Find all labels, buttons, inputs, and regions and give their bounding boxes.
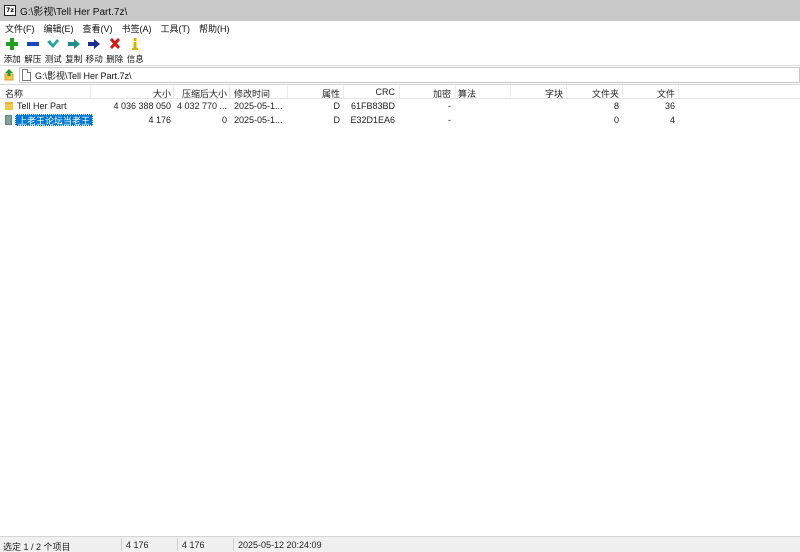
column-separator[interactable] bbox=[678, 85, 679, 98]
column-crc[interactable]: CRC bbox=[345, 87, 396, 97]
status-selection: 选定 1 / 2 个项目 bbox=[3, 542, 71, 552]
menu-tools[interactable]: 工具(T) bbox=[161, 22, 191, 35]
row-encrypted: - bbox=[448, 101, 451, 111]
move-arrow-icon bbox=[87, 37, 101, 51]
app-icon: 7z bbox=[4, 5, 16, 16]
menu-help[interactable]: 帮助(H) bbox=[199, 22, 230, 35]
column-separator[interactable] bbox=[287, 85, 288, 98]
delete-x-icon bbox=[108, 37, 122, 51]
delete-button[interactable]: 删除 bbox=[105, 35, 126, 65]
row-packed-size: 4 032 770 ... bbox=[176, 101, 227, 111]
column-separator[interactable] bbox=[510, 85, 511, 98]
move-button[interactable]: 移动 bbox=[84, 35, 105, 65]
menu-edit[interactable]: 编辑(E) bbox=[44, 22, 74, 35]
address-bar: G:\影视\Tell Her Part.7z\ bbox=[0, 65, 800, 85]
column-separator[interactable] bbox=[566, 85, 567, 98]
status-size: 4 176 bbox=[126, 540, 149, 550]
row-name: 上老王论坛当老王 bbox=[15, 114, 94, 126]
row-folders: 8 bbox=[613, 101, 619, 111]
title-bar: 7z G:\影视\Tell Her Part.7z\ bbox=[0, 0, 800, 21]
status-packed-size: 4 176 bbox=[182, 540, 205, 550]
column-separator[interactable] bbox=[173, 85, 174, 98]
row-files: 4 bbox=[669, 115, 675, 125]
row-modified: 2025-05-1... bbox=[234, 101, 283, 111]
file-list[interactable]: 名称 大小 压缩后大小 修改时间 属性 CRC 加密 算法 字块 文件夹 文件 … bbox=[0, 85, 800, 536]
plus-icon bbox=[5, 37, 19, 51]
check-icon bbox=[46, 37, 60, 51]
list-header: 名称 大小 压缩后大小 修改时间 属性 CRC 加密 算法 字块 文件夹 文件 bbox=[0, 85, 800, 99]
row-files: 36 bbox=[664, 101, 675, 111]
copy-arrow-icon bbox=[67, 37, 81, 51]
document-icon bbox=[22, 69, 31, 81]
column-separator[interactable] bbox=[90, 85, 91, 98]
extract-button[interactable]: 解压 bbox=[23, 35, 44, 65]
row-size: 4 176 bbox=[148, 115, 171, 125]
path-field[interactable]: G:\影视\Tell Her Part.7z\ bbox=[19, 67, 800, 83]
up-folder-button[interactable] bbox=[3, 68, 15, 82]
list-row-file-selected[interactable]: 上老王论坛当老王 4 176 0 2025-05-1... D E32D1EA6… bbox=[0, 113, 800, 127]
row-name: Tell Her Part bbox=[17, 101, 67, 111]
list-row-folder[interactable]: Tell Her Part 4 036 388 050 4 032 770 ..… bbox=[0, 99, 800, 113]
delete-label: 删除 bbox=[106, 54, 124, 64]
column-separator[interactable] bbox=[455, 85, 456, 98]
row-packed-size: 0 bbox=[221, 115, 227, 125]
row-attributes: D bbox=[333, 101, 341, 111]
move-label: 移动 bbox=[85, 54, 103, 64]
status-separator bbox=[177, 538, 178, 551]
test-label: 测试 bbox=[44, 54, 62, 64]
toolbar: 添加 解压 测试 复制 移动 删除 信息 bbox=[0, 35, 800, 65]
column-separator[interactable] bbox=[229, 85, 230, 98]
status-separator bbox=[121, 538, 122, 551]
path-text: G:\影视\Tell Her Part.7z\ bbox=[35, 70, 132, 81]
add-button[interactable]: 添加 bbox=[2, 35, 23, 65]
info-button[interactable]: 信息 bbox=[125, 35, 146, 65]
minus-icon bbox=[26, 37, 40, 51]
info-icon bbox=[128, 37, 142, 51]
up-folder-icon bbox=[4, 69, 13, 81]
folder-icon bbox=[5, 102, 13, 110]
row-encrypted: - bbox=[448, 115, 451, 125]
menu-bar: 文件(F) 编辑(E) 查看(V) 书签(A) 工具(T) 帮助(H) bbox=[0, 21, 800, 35]
window-title: G:\影视\Tell Her Part.7z\ bbox=[20, 7, 128, 18]
row-crc: E32D1EA6 bbox=[350, 115, 395, 125]
extract-label: 解压 bbox=[24, 54, 42, 64]
copy-label: 复制 bbox=[65, 54, 83, 64]
copy-button[interactable]: 复制 bbox=[64, 35, 85, 65]
file-icon bbox=[5, 115, 12, 125]
status-bar: 选定 1 / 2 个项目 4 176 4 176 2025-05-12 20:2… bbox=[0, 536, 800, 552]
row-size: 4 036 388 050 bbox=[113, 101, 171, 111]
menu-bookmarks[interactable]: 书签(A) bbox=[122, 22, 152, 35]
row-folders: 0 bbox=[613, 115, 619, 125]
test-button[interactable]: 测试 bbox=[43, 35, 64, 65]
status-separator bbox=[233, 538, 234, 551]
column-separator[interactable] bbox=[622, 85, 623, 98]
row-attributes: D bbox=[333, 115, 341, 125]
add-label: 添加 bbox=[3, 54, 21, 64]
column-separator[interactable] bbox=[399, 85, 400, 98]
status-modified: 2025-05-12 20:24:09 bbox=[238, 540, 322, 550]
row-modified: 2025-05-1... bbox=[234, 115, 283, 125]
menu-file[interactable]: 文件(F) bbox=[5, 22, 35, 35]
info-label: 信息 bbox=[126, 54, 144, 64]
row-crc: 61FB83BD bbox=[350, 101, 395, 111]
column-separator[interactable] bbox=[343, 85, 344, 98]
menu-view[interactable]: 查看(V) bbox=[83, 22, 113, 35]
